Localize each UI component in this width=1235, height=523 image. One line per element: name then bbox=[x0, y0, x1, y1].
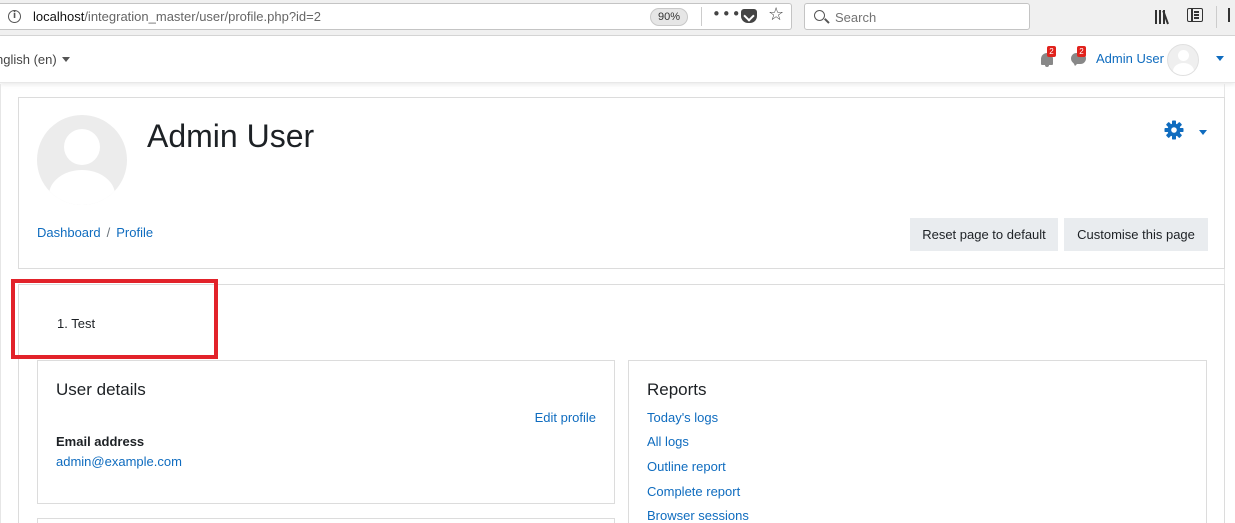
notifications-count-badge: 2 bbox=[1047, 46, 1056, 57]
library-icon[interactable] bbox=[1155, 8, 1173, 25]
breadcrumb: Dashboard / Profile bbox=[37, 225, 153, 240]
edit-profile-link[interactable]: Edit profile bbox=[535, 410, 596, 425]
reports-title: Reports bbox=[647, 380, 707, 399]
divider bbox=[1216, 6, 1217, 28]
messages-count-badge: 2 bbox=[1077, 46, 1086, 57]
language-label: nglish (en) bbox=[0, 52, 57, 67]
address-bar[interactable]: i localhost/integration_master/user/prof… bbox=[0, 3, 792, 30]
browser-toolbar: i localhost/integration_master/user/prof… bbox=[0, 0, 1235, 36]
email-label: Email address bbox=[56, 434, 145, 449]
url-path: /integration_master/user/profile.php?id=… bbox=[84, 9, 321, 24]
list-number: 1. bbox=[57, 316, 68, 331]
url-text[interactable]: localhost/integration_master/user/profil… bbox=[33, 9, 321, 24]
more-icon[interactable]: ••• bbox=[712, 5, 742, 23]
avatar[interactable] bbox=[1167, 44, 1199, 76]
divider bbox=[701, 7, 702, 26]
outline-report-link[interactable]: Outline report bbox=[647, 459, 726, 474]
chevron-down-icon[interactable] bbox=[1199, 130, 1207, 135]
todays-logs-link[interactable]: Today's logs bbox=[647, 410, 718, 425]
url-host: localhost bbox=[33, 9, 85, 24]
next-section-card bbox=[37, 518, 615, 523]
bookmark-star-icon[interactable]: ☆ bbox=[768, 4, 784, 25]
notifications-bell-icon[interactable]: 2 bbox=[1041, 46, 1056, 67]
user-details-card: User details Edit profile Email address … bbox=[37, 360, 615, 504]
language-menu[interactable]: nglish (en) bbox=[0, 52, 70, 67]
chevron-down-icon[interactable] bbox=[1216, 56, 1224, 61]
all-logs-link[interactable]: All logs bbox=[647, 434, 689, 449]
search-icon bbox=[814, 10, 825, 21]
pocket-icon[interactable] bbox=[741, 9, 757, 23]
gear-icon[interactable] bbox=[1164, 120, 1184, 140]
sidebar-icon[interactable] bbox=[1187, 8, 1203, 22]
user-menu-name[interactable]: Admin User bbox=[1096, 51, 1164, 66]
list-item-text: Test bbox=[71, 316, 96, 331]
zoom-level-badge[interactable]: 90% bbox=[650, 8, 689, 26]
page-header: Admin User Dashboard / Profile Reset page … bbox=[18, 97, 1225, 269]
breadcrumb-dashboard[interactable]: Dashboard bbox=[37, 225, 101, 240]
info-icon[interactable]: i bbox=[8, 10, 21, 23]
messages-chat-icon[interactable]: 2 bbox=[1071, 46, 1086, 66]
browser-search-input[interactable]: Search bbox=[804, 3, 1030, 30]
complete-report-link[interactable]: Complete report bbox=[647, 484, 740, 499]
chevron-down-icon bbox=[61, 57, 70, 62]
breadcrumb-profile[interactable]: Profile bbox=[116, 225, 153, 240]
list-item: 1. Test bbox=[57, 316, 95, 331]
reports-card: Reports Today's logs All logs Outline re… bbox=[628, 360, 1207, 523]
reset-page-button[interactable]: Reset page to default bbox=[910, 218, 1058, 251]
site-navbar: nglish (en) 2 2 Admin User bbox=[0, 36, 1235, 83]
breadcrumb-separator: / bbox=[106, 225, 111, 240]
divider bbox=[0, 84, 1, 523]
user-details-title: User details bbox=[56, 380, 146, 399]
browser-sessions-link[interactable]: Browser sessions bbox=[647, 508, 749, 523]
customise-page-button[interactable]: Customise this page bbox=[1064, 218, 1208, 251]
search-placeholder: Search bbox=[835, 10, 877, 25]
email-link[interactable]: admin@example.com bbox=[56, 454, 182, 469]
page-title: Admin User bbox=[147, 118, 315, 154]
menu-icon[interactable] bbox=[1228, 8, 1235, 22]
profile-avatar bbox=[37, 115, 127, 205]
